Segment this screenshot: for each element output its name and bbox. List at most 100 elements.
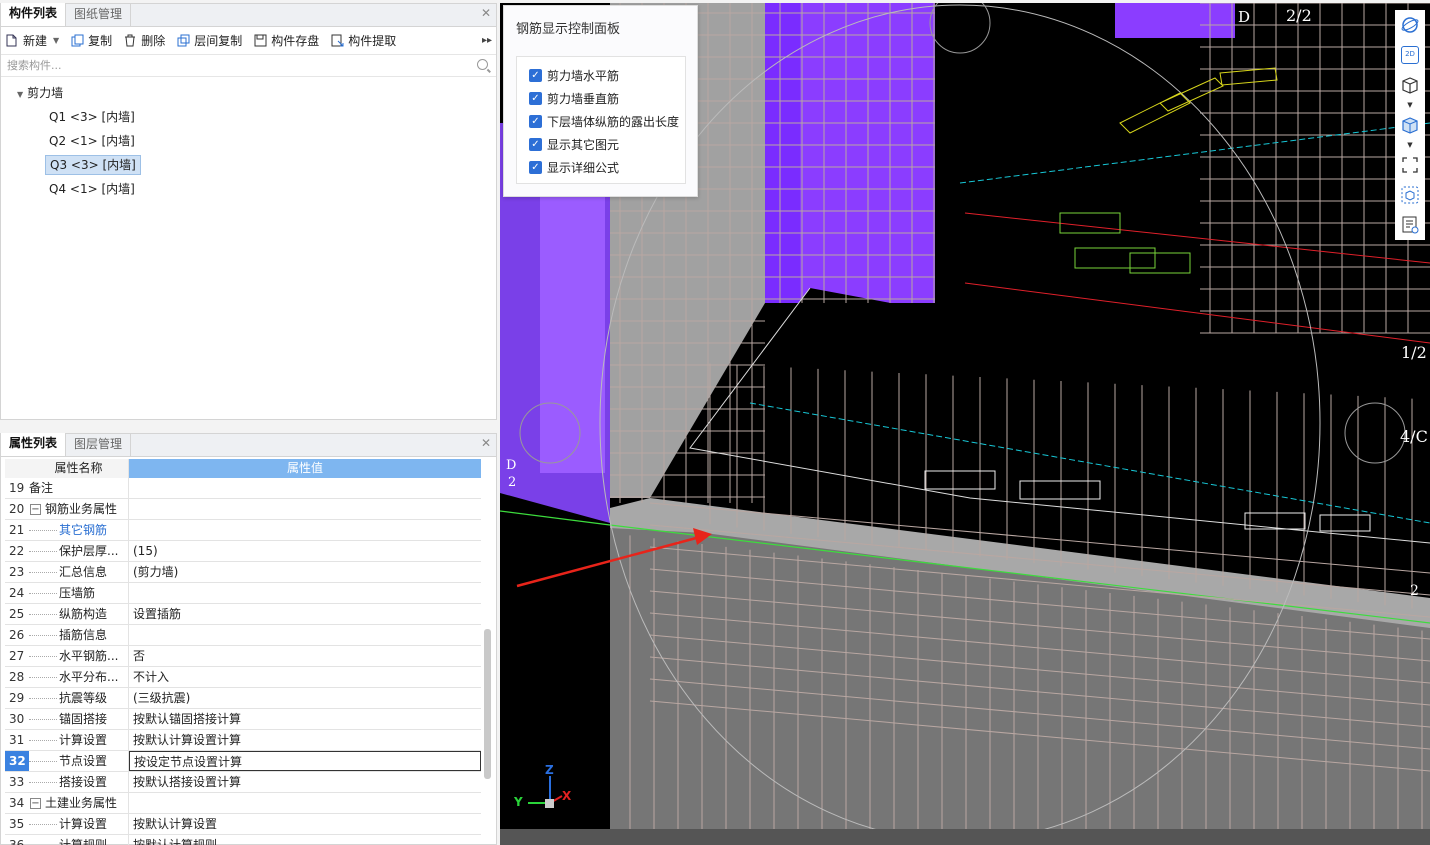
tree-root-shear-wall[interactable]: ▼ 剪力墙 xyxy=(1,81,496,105)
checkbox-show-detail-formula[interactable]: ✓ 显示详细公式 xyxy=(517,156,685,179)
tree-guide xyxy=(29,782,57,783)
property-value[interactable] xyxy=(129,520,481,540)
property-row[interactable]: 32 节点设置 按设定节点设置计算 xyxy=(5,751,481,772)
row-number: 26 xyxy=(9,628,25,642)
chevron-down-icon[interactable]: ▼ xyxy=(1395,140,1425,150)
chevron-down-icon[interactable]: ▼ xyxy=(53,36,59,45)
property-row[interactable]: 22 保护层厚... (15) xyxy=(5,541,481,562)
property-name-text: 计算设置 xyxy=(59,817,108,831)
property-row[interactable]: 26 插筋信息 xyxy=(5,625,481,646)
property-value[interactable]: 设置插筋 xyxy=(129,604,481,624)
property-value[interactable]: 不计入 xyxy=(129,667,481,687)
property-row[interactable]: 36 计算规则 按默认计算规则 xyxy=(5,835,481,845)
tab-property-list[interactable]: 属性列表 xyxy=(1,433,67,456)
search-icon[interactable] xyxy=(477,59,488,70)
tree-item-q1[interactable]: Q1 <3> [内墙] xyxy=(1,105,496,129)
property-value[interactable] xyxy=(129,583,481,603)
component-tabs: 构件列表 图纸管理 ✕ xyxy=(1,3,496,27)
cyan-axis-line xyxy=(959,122,1430,184)
property-value[interactable]: 否 xyxy=(129,646,481,666)
tree-guide xyxy=(29,824,57,825)
property-row[interactable]: 24 压墙筋 xyxy=(5,583,481,604)
extract-component-button[interactable]: 构件提取 xyxy=(330,32,396,49)
tree-item-label: Q3 <3> [内墙] xyxy=(45,155,141,175)
close-icon[interactable]: ✕ xyxy=(479,6,493,20)
property-value[interactable]: (三级抗震) xyxy=(129,688,481,708)
property-name-text: 水平分布... xyxy=(59,670,119,684)
checkbox-show-other-elements[interactable]: ✓ 显示其它图元 xyxy=(517,133,685,156)
property-row[interactable]: 19 备注 xyxy=(5,478,481,499)
property-value[interactable] xyxy=(129,478,481,498)
fullscreen-button[interactable] xyxy=(1395,150,1425,180)
property-value[interactable]: 按默认计算设置 xyxy=(129,814,481,834)
property-value[interactable]: (剪力墙) xyxy=(129,562,481,582)
property-value[interactable] xyxy=(129,625,481,645)
3d-view-button[interactable] xyxy=(1395,70,1425,100)
more-icon[interactable]: ▸▸ xyxy=(482,35,492,46)
new-doc-icon xyxy=(5,34,19,48)
collapse-icon[interactable]: − xyxy=(30,504,41,515)
component-box-button[interactable] xyxy=(1395,180,1425,210)
property-row[interactable]: 29 抗震等级 (三级抗震) xyxy=(5,688,481,709)
checkbox-checked-icon[interactable]: ✓ xyxy=(529,69,542,82)
tree-guide xyxy=(29,719,57,720)
chevron-down-icon[interactable]: ▼ xyxy=(1395,100,1425,110)
checkbox-checked-icon[interactable]: ✓ xyxy=(529,92,542,105)
property-row[interactable]: 28 水平分布... 不计入 xyxy=(5,667,481,688)
property-value[interactable] xyxy=(129,499,481,519)
property-row[interactable]: 34− 土建业务属性 xyxy=(5,793,481,814)
checkbox-checked-icon[interactable]: ✓ xyxy=(529,138,542,151)
component-panel: 构件列表 图纸管理 ✕ 新建 ▼ 复制 删除 层间复制 构件存盘 构件提取 ▸▸… xyxy=(0,3,497,420)
property-row[interactable]: 20− 钢筋业务属性 xyxy=(5,499,481,520)
property-value[interactable]: 按设定节点设置计算 xyxy=(129,751,481,771)
property-scrollbar[interactable] xyxy=(484,629,491,779)
search-input[interactable] xyxy=(7,59,447,72)
new-button[interactable]: 新建 ▼ xyxy=(5,32,59,49)
solid-view-button[interactable] xyxy=(1395,110,1425,140)
layer-copy-button[interactable]: 层间复制 xyxy=(176,32,242,49)
tree-item-label: Q1 <3> [内墙] xyxy=(49,110,135,124)
property-value[interactable] xyxy=(129,793,481,813)
property-value[interactable]: (15) xyxy=(129,541,481,561)
tree-guide xyxy=(29,572,57,573)
property-row[interactable]: 23 汇总信息 (剪力墙) xyxy=(5,562,481,583)
close-icon[interactable]: ✕ xyxy=(479,436,493,450)
collapse-icon[interactable]: − xyxy=(30,798,41,809)
checkbox-label: 下层墙体纵筋的露出长度 xyxy=(547,115,680,129)
tab-layer-management[interactable]: 图层管理 xyxy=(66,434,132,456)
checkbox-shear-wall-vertical[interactable]: ✓ 剪力墙垂直筋 xyxy=(517,87,685,110)
property-value[interactable]: 按默认计算设置计算 xyxy=(129,730,481,750)
property-value[interactable]: 按默认计算规则 xyxy=(129,835,481,845)
checkbox-lower-wall-exposed-length[interactable]: ✓ 下层墙体纵筋的露出长度 xyxy=(517,110,685,133)
property-value[interactable]: 按默认搭接设置计算 xyxy=(129,772,481,792)
expand-icon[interactable]: ▼ xyxy=(17,90,23,99)
2d-view-button[interactable]: 2D xyxy=(1395,40,1425,70)
property-row[interactable]: 30 锚固搭接 按默认锚固搭接计算 xyxy=(5,709,481,730)
property-name-text: 钢筋业务属性 xyxy=(45,502,118,516)
checkbox-shear-wall-horizontal[interactable]: ✓ 剪力墙水平筋 xyxy=(517,64,685,87)
property-row[interactable]: 27 水平钢筋... 否 xyxy=(5,646,481,667)
delete-button[interactable]: 删除 xyxy=(123,32,165,49)
tab-drawing-management[interactable]: 图纸管理 xyxy=(66,4,132,26)
property-row[interactable]: 21 其它钢筋 xyxy=(5,520,481,541)
checkbox-checked-icon[interactable]: ✓ xyxy=(529,161,542,174)
checkbox-checked-icon[interactable]: ✓ xyxy=(529,115,542,128)
tree-item-q3[interactable]: Q3 <3> [内墙] xyxy=(1,153,496,177)
property-row[interactable]: 31 计算设置 按默认计算设置计算 xyxy=(5,730,481,751)
property-row[interactable]: 35 计算设置 按默认计算设置 xyxy=(5,814,481,835)
tree-item-q2[interactable]: Q2 <1> [内墙] xyxy=(1,129,496,153)
tree-item-q4[interactable]: Q4 <1> [内墙] xyxy=(1,177,496,201)
copy-button[interactable]: 复制 xyxy=(70,32,112,49)
checkbox-label: 剪力墙水平筋 xyxy=(547,69,620,83)
orbit-button[interactable] xyxy=(1395,10,1425,40)
save-component-button[interactable]: 构件存盘 xyxy=(253,32,319,49)
property-name-text: 汇总信息 xyxy=(59,565,108,579)
property-value[interactable]: 按默认锚固搭接计算 xyxy=(129,709,481,729)
property-row[interactable]: 33 搭接设置 按默认搭接设置计算 xyxy=(5,772,481,793)
report-view-button[interactable] xyxy=(1395,210,1425,240)
property-row[interactable]: 25 纵筋构造 设置插筋 xyxy=(5,604,481,625)
row-number: 23 xyxy=(9,565,25,579)
tab-component-list[interactable]: 构件列表 xyxy=(1,3,67,26)
fullscreen-icon xyxy=(1402,157,1418,173)
delete-label: 删除 xyxy=(141,34,166,48)
